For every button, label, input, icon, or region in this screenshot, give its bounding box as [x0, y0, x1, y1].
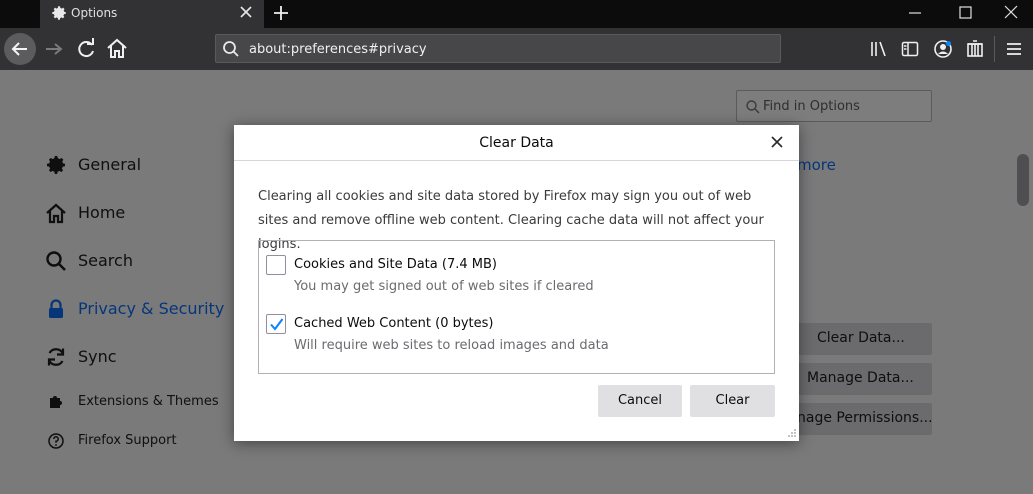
gear-icon — [52, 6, 66, 20]
cancel-button-label: Cancel — [617, 393, 663, 408]
sidebar-item-label: Sync — [78, 347, 117, 366]
library-icon[interactable] — [869, 39, 889, 59]
new-tab-icon[interactable] — [271, 3, 291, 23]
maximize-icon[interactable] — [955, 4, 975, 22]
sidebar-item-label: Home — [78, 203, 126, 222]
sidebar-item-label: Privacy & Security — [78, 299, 225, 318]
dialog-title: Clear Data — [234, 125, 799, 161]
option-cookies[interactable]: Cookies and Site Data (7.4 MB) You may g… — [259, 255, 774, 311]
back-button[interactable] — [4, 33, 36, 65]
close-icon[interactable] — [239, 5, 253, 19]
search-icon — [46, 251, 66, 271]
minimize-icon[interactable] — [905, 4, 925, 22]
search-icon — [746, 100, 760, 114]
clear-data-dialog: Clear Data Clearing all cookies and site… — [234, 125, 799, 441]
option-label: Cookies and Site Data (7.4 MB) — [294, 257, 497, 272]
lock-icon — [49, 299, 63, 318]
tab-title: Options — [71, 6, 118, 20]
option-sublabel: Will require web sites to reload images … — [294, 338, 609, 353]
help-icon — [48, 433, 64, 449]
back-arrow-icon — [11, 42, 27, 56]
option-label: Cached Web Content (0 bytes) — [294, 316, 494, 331]
reload-icon[interactable] — [72, 35, 100, 63]
tab-strip: Options — [0, 0, 1033, 28]
manage-permissions-button[interactable]: nage Permissions... — [797, 403, 933, 435]
data-options-list: Cookies and Site Data (7.4 MB) You may g… — [258, 240, 775, 374]
menu-icon[interactable] — [1004, 39, 1024, 59]
checkmark-icon — [270, 318, 284, 331]
sidebar-item-label: General — [78, 155, 142, 174]
sidebar-item-label: Search — [78, 251, 133, 270]
toolbar-separator — [994, 36, 995, 62]
resize-grip-icon[interactable] — [787, 428, 797, 438]
sidebar-item-label: Firefox Support — [78, 433, 177, 448]
find-placeholder: Find in Options — [763, 99, 860, 114]
learn-more-link[interactable]: more — [797, 156, 836, 174]
cookies-checkbox[interactable] — [266, 255, 286, 275]
manage-permissions-button-label: nage Permissions... — [797, 410, 933, 426]
gear-icon — [47, 156, 65, 174]
tab-options[interactable]: Options — [40, 0, 264, 28]
option-sublabel: You may get signed out of web sites if c… — [294, 279, 594, 294]
cancel-button[interactable]: Cancel — [598, 385, 682, 417]
sidebar-icon[interactable] — [900, 39, 920, 59]
clear-data-button[interactable]: Clear Data... — [797, 323, 932, 355]
navigation-toolbar: about:preferences#privacy — [0, 28, 1033, 70]
cache-checkbox[interactable] — [266, 314, 286, 334]
puzzle-icon — [50, 396, 62, 408]
manage-data-button[interactable]: Manage Data... — [797, 363, 932, 395]
account-icon[interactable] — [933, 39, 953, 59]
manage-data-button-label: Manage Data... — [807, 370, 914, 386]
option-cache[interactable]: Cached Web Content (0 bytes) Will requir… — [259, 314, 774, 370]
close-icon[interactable] — [770, 135, 784, 149]
sidebar-item-label: Extensions & Themes — [78, 394, 219, 409]
search-icon — [223, 41, 239, 57]
find-in-options-field[interactable]: Find in Options — [736, 90, 932, 122]
home-icon[interactable] — [103, 35, 131, 63]
url-text[interactable]: about:preferences#privacy — [249, 42, 427, 57]
window-close-icon[interactable] — [1001, 4, 1021, 22]
sync-icon — [47, 348, 65, 366]
clear-button-label: Clear — [715, 393, 750, 408]
home-icon — [46, 203, 66, 224]
extension-icon[interactable] — [965, 39, 985, 59]
scrollbar-thumb[interactable] — [1017, 154, 1029, 206]
forward-arrow-icon[interactable] — [40, 35, 68, 63]
url-bar[interactable]: about:preferences#privacy — [215, 34, 781, 63]
clear-button[interactable]: Clear — [690, 385, 775, 417]
clear-data-button-label: Clear Data... — [817, 330, 905, 346]
